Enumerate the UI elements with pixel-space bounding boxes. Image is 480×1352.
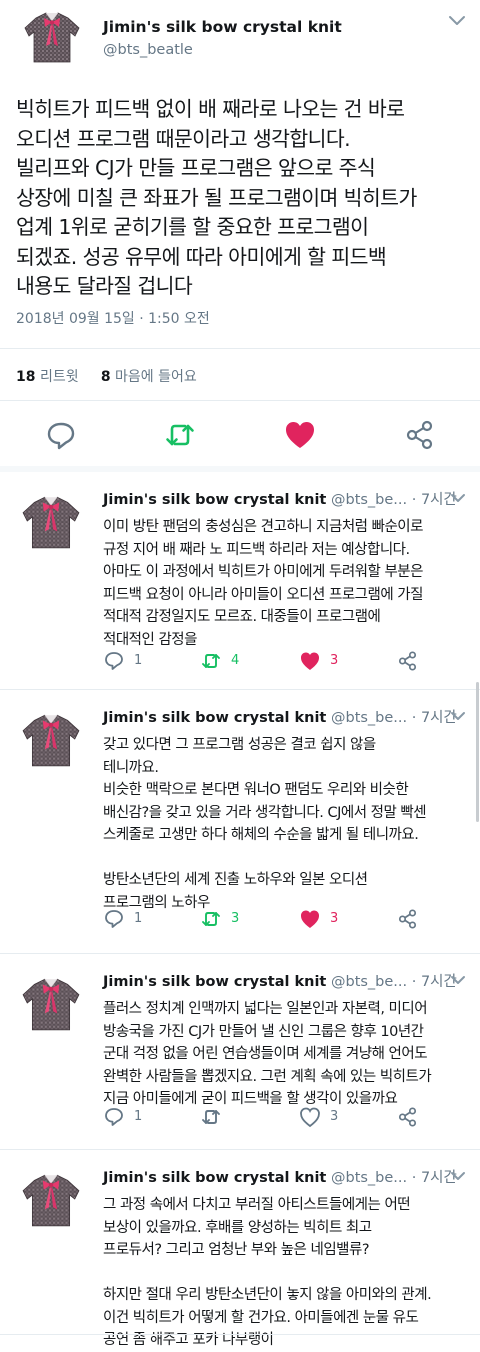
display-name[interactable]: Jimin's silk bow crystal knit <box>103 18 342 36</box>
share-action[interactable] <box>397 1106 419 1130</box>
chevron-down-icon[interactable] <box>450 710 466 722</box>
divider <box>0 400 480 401</box>
scrollbar[interactable] <box>476 682 479 822</box>
reply-text: 그 과정 속에서 다치고 부러질 아티스트들에게는 어떤 보상이 있을까요. 후… <box>103 1197 432 1348</box>
display-name[interactable]: Jimin's silk bow crystal knit <box>103 710 326 726</box>
reply-action[interactable]: 1 <box>103 1106 142 1130</box>
chevron-down-icon[interactable] <box>450 492 466 504</box>
handle-and-time[interactable]: @bts_be... · 7시간 <box>326 974 457 990</box>
handle-and-time[interactable]: @bts_be... · 7시간 <box>326 492 457 508</box>
share-action[interactable] <box>397 908 419 932</box>
share-icon[interactable] <box>397 908 419 930</box>
display-name[interactable]: Jimin's silk bow crystal knit <box>103 492 326 508</box>
reply-icon[interactable] <box>103 908 125 930</box>
reply-text: 이미 방탄 팬덤의 충성심은 견고하니 지금처럼 빠순이로 규정 지어 배 째라… <box>103 519 423 648</box>
retweet-count: 4 <box>231 653 240 668</box>
like-action[interactable]: 3 <box>299 1106 338 1130</box>
reply-icon[interactable] <box>103 1106 125 1128</box>
tweet-timestamp: 2018년 09월 15일 · 1:50 오전 <box>16 311 210 327</box>
chevron-down-icon[interactable] <box>450 974 466 986</box>
reply-header: Jimin's silk bow crystal knit @bts_be...… <box>103 706 457 727</box>
avatar[interactable] <box>22 6 82 66</box>
retweet-action[interactable] <box>200 1106 231 1130</box>
avatar[interactable] <box>20 490 82 552</box>
retweet-count: 3 <box>231 911 240 926</box>
reply-count: 1 <box>134 1109 143 1124</box>
chevron-down-icon[interactable] <box>450 1170 466 1182</box>
retweet-icon[interactable] <box>200 650 222 672</box>
main-tweet: Jimin's silk bow crystal knit @bts_beatl… <box>0 0 480 472</box>
reply-count: 1 <box>134 911 143 926</box>
handle-and-time[interactable]: @bts_be... · 7시간 <box>326 1170 457 1186</box>
avatar[interactable] <box>20 708 82 770</box>
reply-actions: 1 4 3 <box>103 650 463 674</box>
like-count: 3 <box>330 1109 339 1124</box>
reply-header: Jimin's silk bow crystal knit @bts_be...… <box>103 1166 457 1187</box>
like-action[interactable]: 3 <box>299 908 338 932</box>
reply-text: 갖고 있다면 그 프로그램 성공은 결코 쉽지 않을 테니까요. 비슷한 맥락으… <box>103 737 427 911</box>
retweet-label[interactable]: 리트윗 <box>40 369 79 385</box>
handle[interactable]: @bts_beatle <box>103 42 193 58</box>
reply-tweet[interactable]: Jimin's silk bow crystal knit @bts_be...… <box>0 954 480 1150</box>
like-label[interactable]: 마음에 들어요 <box>115 369 197 385</box>
tweet-text: 빅히트가 피드백 없이 배 째라로 나오는 건 바로 오디션 프로그램 때문이라… <box>16 97 417 298</box>
handle-and-time[interactable]: @bts_be... · 7시간 <box>326 710 457 726</box>
retweet-icon[interactable] <box>200 1106 222 1128</box>
retweet-action[interactable]: 3 <box>200 908 239 932</box>
reply-action[interactable]: 1 <box>103 650 142 674</box>
like-heart-icon[interactable] <box>299 650 321 672</box>
share-icon[interactable] <box>397 1106 419 1128</box>
like-heart-icon[interactable] <box>299 908 321 930</box>
reply-header: Jimin's silk bow crystal knit @bts_be...… <box>103 970 457 991</box>
avatar[interactable] <box>20 1168 82 1230</box>
retweet-icon[interactable] <box>163 418 197 452</box>
reply-tweet[interactable]: Jimin's silk bow crystal knit @bts_be...… <box>0 690 480 954</box>
share-icon[interactable] <box>403 418 437 452</box>
reply-tweet[interactable]: Jimin's silk bow crystal knit @bts_be...… <box>0 472 480 690</box>
share-action[interactable] <box>397 650 419 674</box>
like-count: 3 <box>330 911 339 926</box>
display-name[interactable]: Jimin's silk bow crystal knit <box>103 1170 326 1186</box>
divider <box>0 348 480 349</box>
retweet-count[interactable]: 18 <box>16 369 35 385</box>
share-icon[interactable] <box>397 650 419 672</box>
reply-count: 1 <box>134 653 143 668</box>
display-name[interactable]: Jimin's silk bow crystal knit <box>103 974 326 990</box>
like-action[interactable]: 3 <box>299 650 338 674</box>
reply-icon[interactable] <box>103 650 125 672</box>
reply-tweet[interactable]: Jimin's silk bow crystal knit @bts_be...… <box>0 1150 480 1348</box>
chevron-down-icon[interactable] <box>448 14 466 28</box>
avatar[interactable] <box>20 972 82 1034</box>
reply-action[interactable]: 1 <box>103 908 142 932</box>
reply-header: Jimin's silk bow crystal knit @bts_be...… <box>103 488 457 509</box>
retweet-icon[interactable] <box>200 908 222 930</box>
like-heart-icon[interactable] <box>283 418 317 452</box>
tweet-stats: 18 리트윗 8 마음에 들어요 <box>16 366 197 386</box>
reply-text: 플러스 정치계 인맥까지 넓다는 일본인과 자본력, 미디어 방송국을 가진 C… <box>103 1001 432 1107</box>
like-heart-icon[interactable] <box>299 1106 321 1128</box>
retweet-action[interactable]: 4 <box>200 650 239 674</box>
like-count[interactable]: 8 <box>101 369 111 385</box>
reply-actions: 1 3 3 <box>103 908 463 932</box>
like-count: 3 <box>330 653 339 668</box>
reply-actions: 13 <box>103 1106 463 1130</box>
tweet-actions <box>0 418 480 454</box>
reply-icon[interactable] <box>44 418 78 452</box>
